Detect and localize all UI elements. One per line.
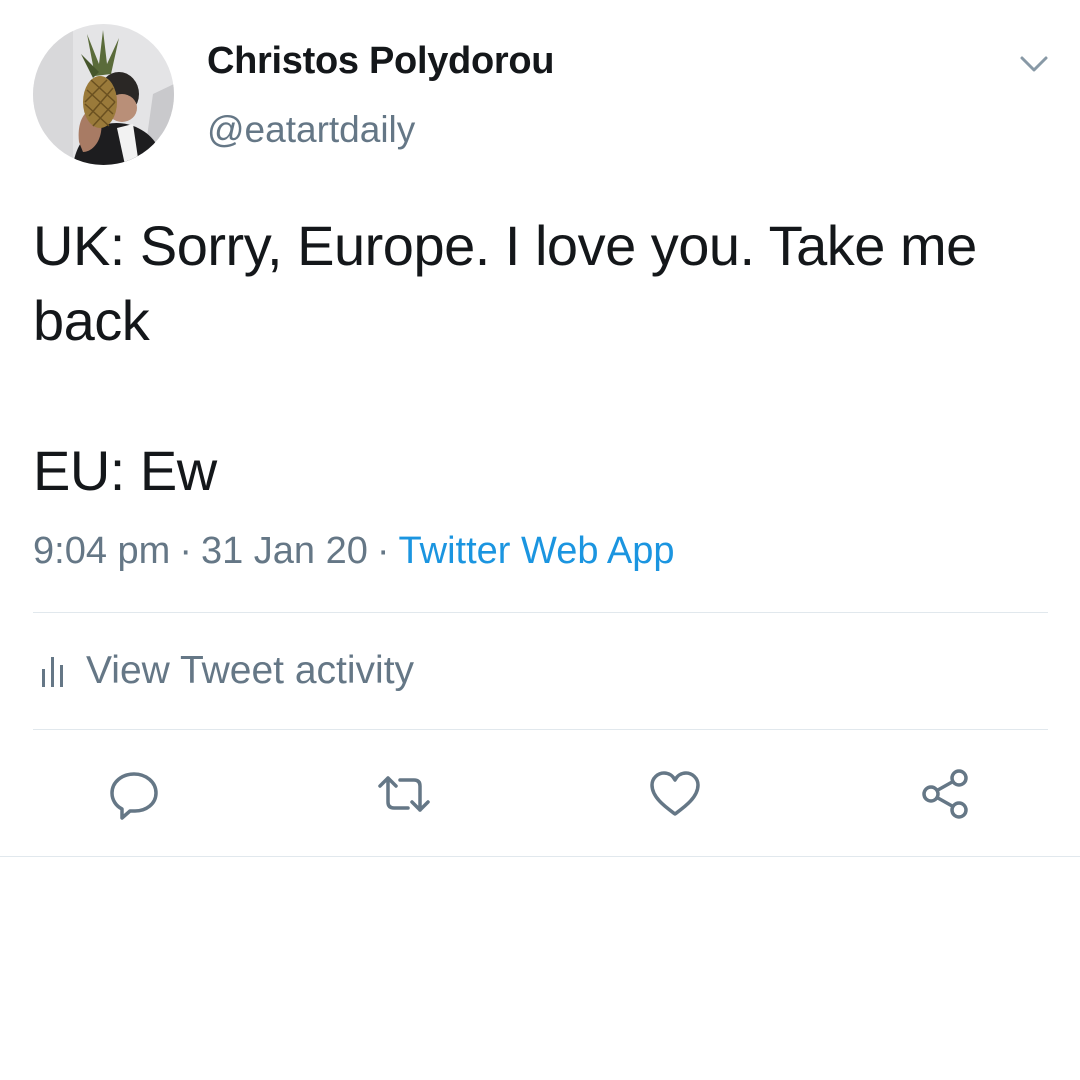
avatar-photo [33, 24, 174, 165]
view-tweet-activity-label: View Tweet activity [86, 649, 415, 692]
meta-separator: · [179, 530, 192, 572]
heart-icon [650, 771, 700, 816]
tweet-text-line: UK: Sorry, Europe. I love you. Take me b… [33, 214, 992, 352]
author-display-name[interactable]: Christos Polydorou [207, 40, 554, 83]
share-button[interactable] [917, 766, 973, 822]
meta-separator: · [376, 530, 390, 572]
reply-button[interactable] [106, 766, 162, 822]
tweet-source-link[interactable]: Twitter Web App [399, 530, 675, 572]
divider [33, 729, 1048, 730]
avatar[interactable] [33, 24, 174, 165]
chevron-down-icon[interactable] [1016, 48, 1052, 78]
tweet-date[interactable]: 31 Jan 20 [201, 530, 368, 572]
share-icon [922, 769, 968, 819]
tweet-text-line: EU: Ew [33, 439, 217, 502]
tweet-time[interactable]: 9:04 pm [33, 530, 170, 572]
bottom-divider [0, 856, 1080, 857]
tweet-meta: 9:04 pm · 31 Jan 20 · Twitter Web App [33, 530, 675, 573]
tweet-detail: Christos Polydorou @eatartdaily UK: Sorr… [0, 0, 1080, 1080]
retweet-button[interactable] [376, 766, 432, 822]
tweet-text: UK: Sorry, Europe. I love you. Take me b… [33, 208, 1043, 508]
bar-chart-icon [42, 657, 63, 687]
author-handle[interactable]: @eatartdaily [207, 109, 415, 151]
retweet-icon [378, 776, 430, 812]
like-button[interactable] [647, 766, 703, 822]
reply-icon [110, 772, 158, 820]
view-tweet-activity-button[interactable]: View Tweet activity [40, 646, 414, 696]
divider [33, 612, 1048, 613]
